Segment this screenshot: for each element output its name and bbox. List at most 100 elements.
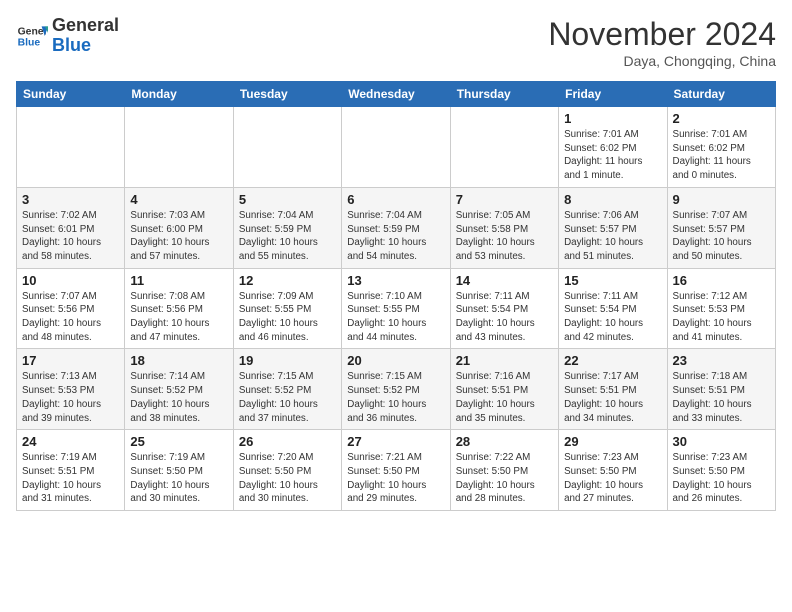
day-info: Sunrise: 7:03 AM Sunset: 6:00 PM Dayligh…: [130, 209, 227, 264]
day-number: 5: [239, 192, 336, 207]
calendar-cell: [342, 107, 450, 188]
weekday-header-monday: Monday: [125, 82, 233, 107]
day-number: 9: [673, 192, 770, 207]
weekday-header-thursday: Thursday: [450, 82, 558, 107]
day-info: Sunrise: 7:04 AM Sunset: 5:59 PM Dayligh…: [347, 209, 444, 264]
day-info: Sunrise: 7:01 AM Sunset: 6:02 PM Dayligh…: [564, 128, 661, 183]
logo-blue-text: Blue: [52, 35, 91, 55]
day-number: 1: [564, 111, 661, 126]
day-info: Sunrise: 7:19 AM Sunset: 5:51 PM Dayligh…: [22, 451, 119, 506]
title-block: November 2024 Daya, Chongqing, China: [548, 16, 776, 69]
day-info: Sunrise: 7:01 AM Sunset: 6:02 PM Dayligh…: [673, 128, 770, 183]
day-info: Sunrise: 7:07 AM Sunset: 5:56 PM Dayligh…: [22, 290, 119, 345]
day-number: 6: [347, 192, 444, 207]
logo-icon: General Blue: [16, 20, 48, 52]
weekday-header-saturday: Saturday: [667, 82, 775, 107]
logo: General Blue General Blue: [16, 16, 119, 56]
weekday-header-friday: Friday: [559, 82, 667, 107]
day-number: 30: [673, 434, 770, 449]
day-number: 28: [456, 434, 553, 449]
day-info: Sunrise: 7:05 AM Sunset: 5:58 PM Dayligh…: [456, 209, 553, 264]
day-number: 17: [22, 353, 119, 368]
day-info: Sunrise: 7:07 AM Sunset: 5:57 PM Dayligh…: [673, 209, 770, 264]
calendar-week-3: 10 Sunrise: 7:07 AM Sunset: 5:56 PM Dayli…: [17, 268, 776, 349]
calendar-cell: 14 Sunrise: 7:11 AM Sunset: 5:54 PM Dayli…: [450, 268, 558, 349]
calendar-cell: 8 Sunrise: 7:06 AM Sunset: 5:57 PM Daylig…: [559, 187, 667, 268]
calendar-cell: 9 Sunrise: 7:07 AM Sunset: 5:57 PM Daylig…: [667, 187, 775, 268]
calendar-week-2: 3 Sunrise: 7:02 AM Sunset: 6:01 PM Daylig…: [17, 187, 776, 268]
calendar-cell: [17, 107, 125, 188]
day-number: 4: [130, 192, 227, 207]
calendar-cell: 26 Sunrise: 7:20 AM Sunset: 5:50 PM Dayli…: [233, 430, 341, 511]
calendar-cell: 17Sunrise: 7:13 AM Sunset: 5:53 PM Dayli…: [17, 349, 125, 430]
day-info: Sunrise: 7:10 AM Sunset: 5:55 PM Dayligh…: [347, 290, 444, 345]
day-info: Sunrise: 7:15 AM Sunset: 5:52 PM Dayligh…: [239, 370, 336, 425]
calendar-cell: 22Sunrise: 7:17 AM Sunset: 5:51 PM Dayli…: [559, 349, 667, 430]
day-info: Sunrise: 7:16 AM Sunset: 5:51 PM Dayligh…: [456, 370, 553, 425]
day-number: 22: [564, 353, 661, 368]
calendar-cell: 21Sunrise: 7:16 AM Sunset: 5:51 PM Dayli…: [450, 349, 558, 430]
day-number: 11: [130, 273, 227, 288]
day-number: 19: [239, 353, 336, 368]
day-number: 13: [347, 273, 444, 288]
calendar-cell: 12 Sunrise: 7:09 AM Sunset: 5:55 PM Dayli…: [233, 268, 341, 349]
day-number: 18: [130, 353, 227, 368]
calendar-cell: 3 Sunrise: 7:02 AM Sunset: 6:01 PM Daylig…: [17, 187, 125, 268]
calendar-cell: 7 Sunrise: 7:05 AM Sunset: 5:58 PM Daylig…: [450, 187, 558, 268]
day-number: 20: [347, 353, 444, 368]
day-info: Sunrise: 7:20 AM Sunset: 5:50 PM Dayligh…: [239, 451, 336, 506]
calendar-cell: 15Sunrise: 7:11 AM Sunset: 5:54 PM Dayli…: [559, 268, 667, 349]
day-number: 10: [22, 273, 119, 288]
calendar-week-5: 24Sunrise: 7:19 AM Sunset: 5:51 PM Dayli…: [17, 430, 776, 511]
day-number: 8: [564, 192, 661, 207]
day-info: Sunrise: 7:08 AM Sunset: 5:56 PM Dayligh…: [130, 290, 227, 345]
day-info: Sunrise: 7:11 AM Sunset: 5:54 PM Dayligh…: [564, 290, 661, 345]
day-info: Sunrise: 7:06 AM Sunset: 5:57 PM Dayligh…: [564, 209, 661, 264]
day-info: Sunrise: 7:21 AM Sunset: 5:50 PM Dayligh…: [347, 451, 444, 506]
day-info: Sunrise: 7:02 AM Sunset: 6:01 PM Dayligh…: [22, 209, 119, 264]
day-info: Sunrise: 7:23 AM Sunset: 5:50 PM Dayligh…: [673, 451, 770, 506]
day-number: 26: [239, 434, 336, 449]
day-number: 2: [673, 111, 770, 126]
calendar-week-1: 1 Sunrise: 7:01 AM Sunset: 6:02 PM Daylig…: [17, 107, 776, 188]
day-number: 23: [673, 353, 770, 368]
calendar-cell: 23 Sunrise: 7:18 AM Sunset: 5:51 PM Dayli…: [667, 349, 775, 430]
calendar-cell: 16Sunrise: 7:12 AM Sunset: 5:53 PM Dayli…: [667, 268, 775, 349]
month-title: November 2024: [548, 16, 776, 53]
calendar-cell: 1 Sunrise: 7:01 AM Sunset: 6:02 PM Daylig…: [559, 107, 667, 188]
calendar-cell: 18 Sunrise: 7:14 AM Sunset: 5:52 PM Dayli…: [125, 349, 233, 430]
day-number: 14: [456, 273, 553, 288]
calendar-body: 1 Sunrise: 7:01 AM Sunset: 6:02 PM Daylig…: [17, 107, 776, 511]
calendar-cell: 5 Sunrise: 7:04 AM Sunset: 5:59 PM Daylig…: [233, 187, 341, 268]
weekday-header-wednesday: Wednesday: [342, 82, 450, 107]
calendar-header-row: SundayMondayTuesdayWednesdayThursdayFrid…: [17, 82, 776, 107]
location-text: Daya, Chongqing, China: [548, 53, 776, 69]
day-number: 3: [22, 192, 119, 207]
calendar-cell: 29Sunrise: 7:23 AM Sunset: 5:50 PM Dayli…: [559, 430, 667, 511]
day-number: 12: [239, 273, 336, 288]
calendar-cell: 2 Sunrise: 7:01 AM Sunset: 6:02 PM Daylig…: [667, 107, 775, 188]
day-info: Sunrise: 7:11 AM Sunset: 5:54 PM Dayligh…: [456, 290, 553, 345]
calendar-cell: 30 Sunrise: 7:23 AM Sunset: 5:50 PM Dayli…: [667, 430, 775, 511]
day-number: 7: [456, 192, 553, 207]
page-header: General Blue General Blue November 2024 …: [16, 16, 776, 69]
calendar-cell: 19 Sunrise: 7:15 AM Sunset: 5:52 PM Dayli…: [233, 349, 341, 430]
logo-general-text: General: [52, 15, 119, 35]
day-info: Sunrise: 7:18 AM Sunset: 5:51 PM Dayligh…: [673, 370, 770, 425]
day-info: Sunrise: 7:23 AM Sunset: 5:50 PM Dayligh…: [564, 451, 661, 506]
day-info: Sunrise: 7:04 AM Sunset: 5:59 PM Dayligh…: [239, 209, 336, 264]
day-info: Sunrise: 7:14 AM Sunset: 5:52 PM Dayligh…: [130, 370, 227, 425]
day-info: Sunrise: 7:09 AM Sunset: 5:55 PM Dayligh…: [239, 290, 336, 345]
calendar-cell: 11 Sunrise: 7:08 AM Sunset: 5:56 PM Dayli…: [125, 268, 233, 349]
weekday-header-sunday: Sunday: [17, 82, 125, 107]
calendar-cell: 10 Sunrise: 7:07 AM Sunset: 5:56 PM Dayli…: [17, 268, 125, 349]
day-info: Sunrise: 7:22 AM Sunset: 5:50 PM Dayligh…: [456, 451, 553, 506]
weekday-header-tuesday: Tuesday: [233, 82, 341, 107]
day-number: 27: [347, 434, 444, 449]
calendar-cell: 24Sunrise: 7:19 AM Sunset: 5:51 PM Dayli…: [17, 430, 125, 511]
calendar-cell: 13 Sunrise: 7:10 AM Sunset: 5:55 PM Dayli…: [342, 268, 450, 349]
day-number: 25: [130, 434, 227, 449]
svg-text:Blue: Blue: [18, 37, 41, 48]
calendar-cell: 28 Sunrise: 7:22 AM Sunset: 5:50 PM Dayli…: [450, 430, 558, 511]
day-info: Sunrise: 7:12 AM Sunset: 5:53 PM Dayligh…: [673, 290, 770, 345]
